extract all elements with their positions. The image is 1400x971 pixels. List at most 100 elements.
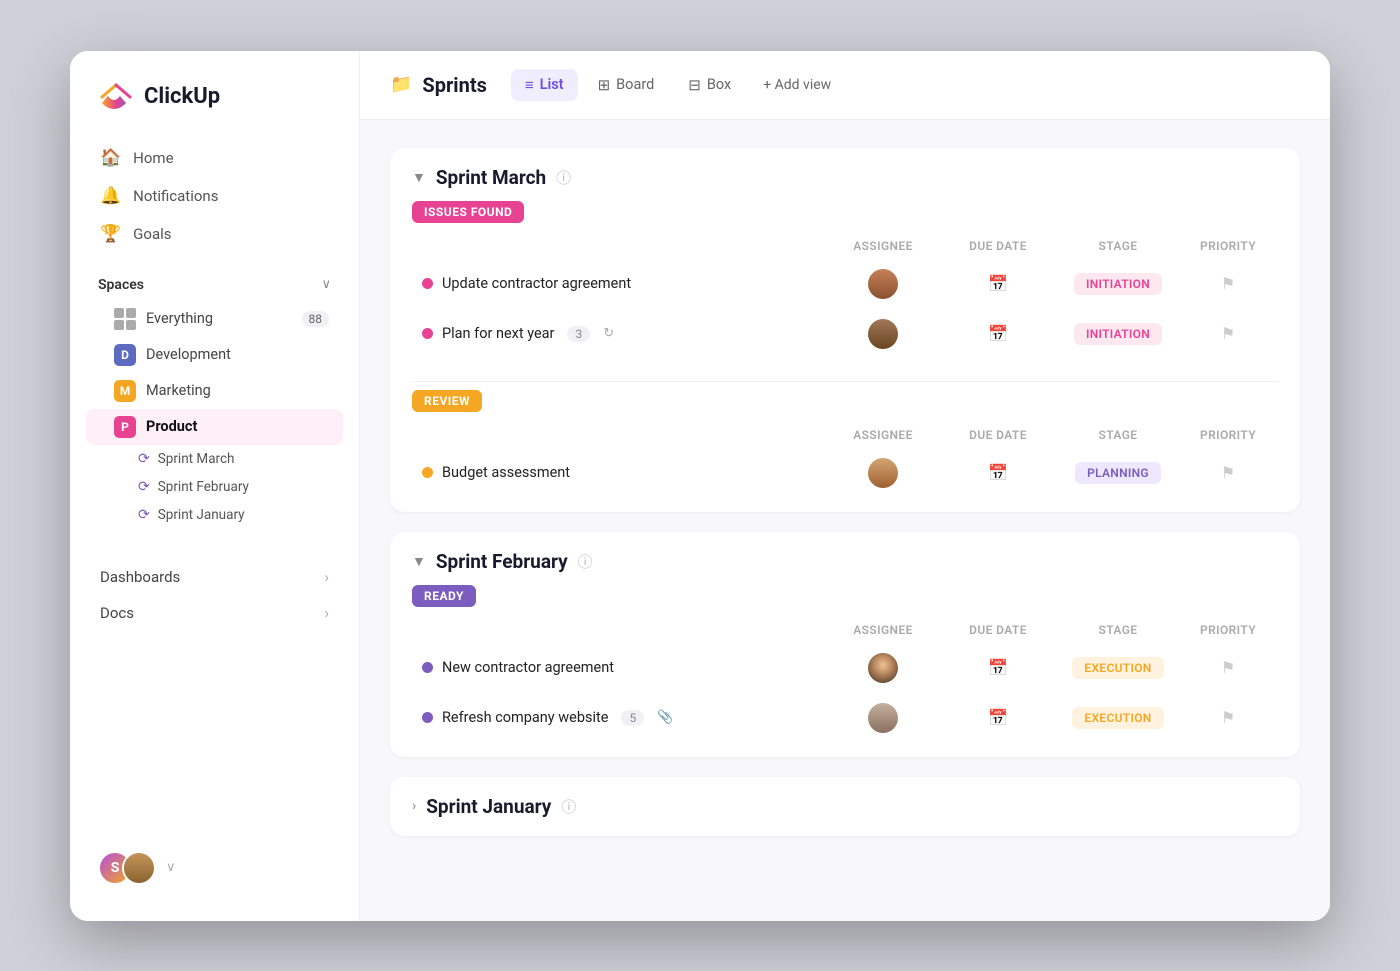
tab-list[interactable]: ≡ List <box>511 69 578 101</box>
stage-cell: EXECUTION <box>1048 707 1188 729</box>
assignee-cell <box>818 269 948 299</box>
tab-box[interactable]: ⊟ Box <box>674 69 745 101</box>
ready-table-header: ASSIGNEE DUE DATE STAGE PRIORITY <box>412 617 1278 643</box>
user-avatars[interactable]: S <box>98 851 156 885</box>
sidebar-item-sprint-january[interactable]: ⟳ Sprint January <box>86 501 343 529</box>
issues-found-table: ASSIGNEE DUE DATE STAGE PRIORITY Update … <box>412 233 1278 359</box>
cycle-icon: ↻ <box>603 326 614 341</box>
col-priority-1: PRIORITY <box>1188 239 1268 253</box>
status-badge: EXECUTION <box>1072 657 1163 679</box>
review-table-header: ASSIGNEE DUE DATE STAGE PRIORITY <box>412 422 1278 448</box>
spaces-chevron-icon[interactable]: ∨ <box>321 277 331 292</box>
marketing-avatar: M <box>114 380 136 402</box>
task-name-cell: New contractor agreement <box>422 659 818 676</box>
table-row[interactable]: Update contractor agreement 📅 INITIATION… <box>412 259 1278 309</box>
sprint-january-section: › Sprint January ⓘ <box>390 777 1300 836</box>
issues-found-tag: ISSUES FOUND <box>412 201 524 223</box>
everything-icon <box>114 308 136 330</box>
table-row[interactable]: New contractor agreement 📅 EXECUTION ⚑ <box>412 643 1278 693</box>
sidebar-item-home-label: Home <box>133 149 173 167</box>
product-avatar: P <box>114 416 136 438</box>
sprint-february-info-icon[interactable]: ⓘ <box>578 551 593 572</box>
table-row[interactable]: Plan for next year 3 ↻ 📅 INITIATION <box>412 309 1278 359</box>
assignee-cell <box>818 319 948 349</box>
col-priority-rd: PRIORITY <box>1188 623 1268 637</box>
priority-cell: ⚑ <box>1188 708 1268 727</box>
avatar <box>868 458 898 488</box>
col-assignee-r: ASSIGNEE <box>818 428 948 442</box>
sprint-march-title: Sprint March <box>436 166 546 189</box>
sprint-january-header[interactable]: › Sprint January ⓘ <box>390 777 1300 836</box>
top-bar: 📁 Sprints ≡ List ⊞ Board ⊟ Box + Add vie… <box>360 51 1330 120</box>
table-row[interactable]: Budget assessment 📅 PLANNING ⚑ <box>412 448 1278 498</box>
development-avatar: D <box>114 344 136 366</box>
col-assignee-1: ASSIGNEE <box>818 239 948 253</box>
review-group: REVIEW ASSIGNEE DUE DATE STAGE PRIORITY <box>390 390 1300 512</box>
avatar <box>868 319 898 349</box>
sprint-january-info-icon[interactable]: ⓘ <box>561 796 576 817</box>
col-task <box>422 239 818 253</box>
sidebar-item-goals[interactable]: 🏆 Goals <box>86 215 343 253</box>
sprint-january-toggle[interactable]: › <box>412 798 416 814</box>
task-name: Budget assessment <box>442 464 570 481</box>
footer-chevron-icon[interactable]: ∨ <box>166 860 176 875</box>
sprint-february-section: ▼ Sprint February ⓘ READY ASSIGNEE DUE D… <box>390 532 1300 757</box>
sprint-march-info-icon[interactable]: ⓘ <box>556 167 571 188</box>
table-row[interactable]: Refresh company website 5 📎 📅 EXECUTION <box>412 693 1278 743</box>
task-dot <box>422 467 433 478</box>
col-stage-r: STAGE <box>1048 428 1188 442</box>
stage-cell: EXECUTION <box>1048 657 1188 679</box>
task-name-cell: Plan for next year 3 ↻ <box>422 325 818 342</box>
col-stage-1: STAGE <box>1048 239 1188 253</box>
status-badge: INITIATION <box>1074 273 1162 295</box>
task-count-badge: 5 <box>621 710 644 726</box>
task-name-cell: Budget assessment <box>422 464 818 481</box>
box-icon: ⊟ <box>688 76 701 94</box>
priority-cell: ⚑ <box>1188 463 1268 482</box>
sidebar-item-development[interactable]: D Development <box>86 337 343 373</box>
sidebar-item-sprint-february[interactable]: ⟳ Sprint February <box>86 473 343 501</box>
sprint-march-section: ▼ Sprint March ⓘ ISSUES FOUND ASSIGNEE D… <box>390 148 1300 512</box>
sidebar-item-everything[interactable]: Everything 88 <box>86 301 343 337</box>
tab-board[interactable]: ⊞ Board <box>584 69 669 101</box>
sidebar-item-notifications-label: Notifications <box>133 187 218 205</box>
add-view-button[interactable]: + Add view <box>751 70 843 100</box>
date-cell: 📅 <box>948 274 1048 293</box>
stage-cell: INITIATION <box>1048 273 1188 295</box>
date-cell: 📅 <box>948 658 1048 677</box>
task-dot <box>422 712 433 723</box>
sprint-march-toggle[interactable]: ▼ <box>412 169 426 186</box>
sidebar-item-dashboards[interactable]: Dashboards › <box>86 559 343 595</box>
content-area: ▼ Sprint March ⓘ ISSUES FOUND ASSIGNEE D… <box>360 120 1330 921</box>
assignee-cell <box>818 458 948 488</box>
date-cell: 📅 <box>948 463 1048 482</box>
ready-group: READY ASSIGNEE DUE DATE STAGE PRIORITY <box>390 585 1300 757</box>
task-name-cell: Refresh company website 5 📎 <box>422 709 818 726</box>
sprint-february-toggle[interactable]: ▼ <box>412 553 426 570</box>
priority-cell: ⚑ <box>1188 274 1268 293</box>
col-priority-r: PRIORITY <box>1188 428 1268 442</box>
add-view-label: + Add view <box>763 77 831 93</box>
sidebar-item-product[interactable]: P Product <box>86 409 343 445</box>
sidebar-item-sprint-march[interactable]: ⟳ Sprint March <box>86 445 343 473</box>
col-task-r <box>422 428 818 442</box>
priority-cell: ⚑ <box>1188 658 1268 677</box>
date-cell: 📅 <box>948 324 1048 343</box>
sidebar-item-home[interactable]: 🏠 Home <box>86 139 343 177</box>
sprint-february-icon: ⟳ <box>138 479 150 495</box>
spaces-list: Everything 88 D Development M Marketing … <box>70 301 359 529</box>
date-cell: 📅 <box>948 708 1048 727</box>
sidebar-item-docs[interactable]: Docs › <box>86 595 343 631</box>
sprint-march-label: Sprint March <box>158 451 235 467</box>
bell-icon: 🔔 <box>100 186 121 206</box>
sidebar-item-notifications[interactable]: 🔔 Notifications <box>86 177 343 215</box>
col-task-rd <box>422 623 818 637</box>
sidebar-item-marketing[interactable]: M Marketing <box>86 373 343 409</box>
status-badge: INITIATION <box>1074 323 1162 345</box>
status-badge: EXECUTION <box>1072 707 1163 729</box>
ready-tag: READY <box>412 585 476 607</box>
logo-text: ClickUp <box>144 84 220 109</box>
development-label: Development <box>146 346 231 363</box>
docs-chevron-icon: › <box>324 604 329 622</box>
sidebar-item-goals-label: Goals <box>133 225 171 243</box>
